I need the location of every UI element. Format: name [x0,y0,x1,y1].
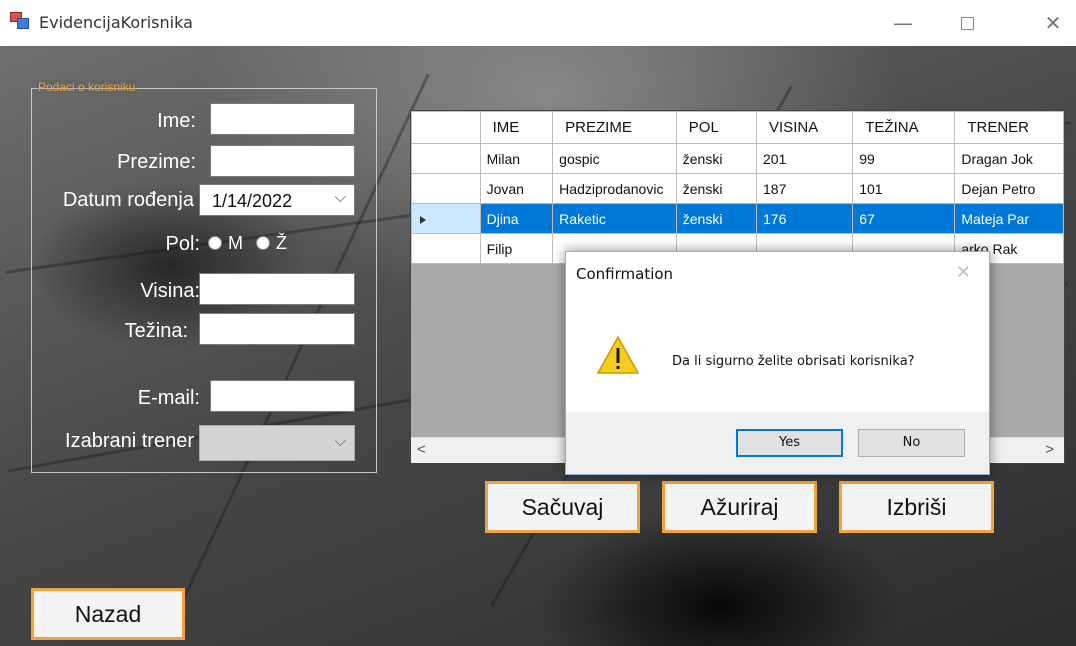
cell-pol[interactable]: ženski [675,143,758,174]
app-icon [10,12,30,30]
dialog-title: Confirmation [576,265,674,283]
dialog-footer: Yes No [566,412,989,474]
scroll-left-icon[interactable]: < [417,441,426,458]
cell-trener[interactable]: Dejan Petro [954,173,1064,204]
column-header[interactable]: VISINA [756,111,854,144]
gender-m-label: M [228,233,243,253]
visina-label: Visina: [140,280,200,302]
minimize-button[interactable]: — [880,6,926,40]
maximize-icon [960,17,974,30]
cell-tezina[interactable]: 99 [852,143,956,174]
pol-label: Pol: [165,233,200,255]
cell-ime[interactable]: Milan [479,143,554,174]
tezina-input[interactable] [199,313,355,345]
update-button[interactable]: Ažuriraj [662,481,817,533]
datum-rodjenja-label: Datum rođenja [62,189,194,211]
table-row-selected[interactable]: Djina Raketic ženski 176 67 Mateja Par [411,203,1064,234]
gender-m-radio[interactable] [208,236,222,250]
table-row[interactable]: Milan gospic ženski 201 99 Dragan Jok [411,143,1064,174]
dialog-close-icon[interactable]: ✕ [956,262,971,283]
warning-icon [596,335,640,374]
cell-trener[interactable]: Mateja Par [954,203,1064,234]
cell-visina[interactable]: 187 [756,173,854,204]
table-header-row: IME PREZIME POL VISINA TEŽINA TRENER [411,111,1064,144]
users-table: IME PREZIME POL VISINA TEŽINA TRENER Mil… [411,111,1064,264]
maximize-button[interactable] [944,6,990,40]
delete-button[interactable]: Izbriši [839,481,994,533]
visina-input[interactable] [199,273,355,305]
cell-prezime[interactable]: Raketic [552,203,677,234]
gender-z-label: Ž [276,233,287,253]
cell-prezime[interactable]: gospic [552,143,677,174]
title-bar: EvidencijaKorisnika — ✕ [0,0,1076,46]
groupbox-title: Podaci o korisniku [36,80,138,94]
column-header[interactable]: TRENER [954,111,1064,144]
birthdate-value: 1/14/2022 [212,191,293,211]
cell-pol[interactable]: ženski [675,173,758,204]
row-header[interactable] [411,173,481,204]
row-header-corner [411,111,481,144]
scroll-right-icon[interactable]: > [1045,441,1054,458]
yes-button[interactable]: Yes [736,429,843,457]
trainer-combobox[interactable]: ⌵ [199,425,355,461]
column-header[interactable]: TEŽINA [852,111,956,144]
email-input[interactable] [210,380,355,412]
tezina-label: Težina: [124,320,188,342]
prezime-input[interactable] [210,145,355,177]
window-title: EvidencijaKorisnika [39,13,193,32]
row-header[interactable] [411,233,481,264]
dialog-message: Da li sigurno želite obrisati korisnika? [672,354,915,369]
ime-label: Ime: [157,110,196,132]
gender-z-radio[interactable] [256,236,270,250]
cell-trener[interactable]: Dragan Jok [954,143,1064,174]
current-row-arrow-icon [420,215,426,224]
email-label: E-mail: [137,387,200,409]
save-button[interactable]: Sačuvaj [485,481,640,533]
birthdate-picker[interactable]: 1/14/2022 ⌵ [199,184,355,216]
cell-prezime[interactable]: Hadziprodanovic [552,173,677,204]
back-button[interactable]: Nazad [31,588,185,640]
cell-ime[interactable]: Jovan [479,173,554,204]
cell-pol[interactable]: ženski [675,203,758,234]
close-button[interactable]: ✕ [1030,6,1076,40]
table-row[interactable]: Jovan Hadziprodanovic ženski 187 101 Dej… [411,173,1064,204]
prezime-label: Prezime: [117,151,196,173]
no-button[interactable]: No [858,429,965,457]
trener-label: Izabrani trener [65,430,194,452]
cell-visina[interactable]: 201 [756,143,854,174]
ime-input[interactable] [210,103,355,135]
chevron-down-icon: ⌵ [334,189,346,206]
cell-ime[interactable]: Djina [479,203,554,234]
cell-tezina[interactable]: 67 [852,203,956,234]
row-header[interactable] [411,143,481,174]
chevron-down-icon: ⌵ [334,433,346,450]
column-header[interactable]: POL [675,111,758,144]
confirmation-dialog: Confirmation ✕ Da li sigurno želite obri… [565,251,990,475]
row-header[interactable] [411,203,481,234]
cell-tezina[interactable]: 101 [852,173,956,204]
cell-visina[interactable]: 176 [756,203,854,234]
column-header[interactable]: PREZIME [552,111,677,144]
column-header[interactable]: IME [479,111,554,144]
cell-ime[interactable]: Filip [479,233,554,264]
